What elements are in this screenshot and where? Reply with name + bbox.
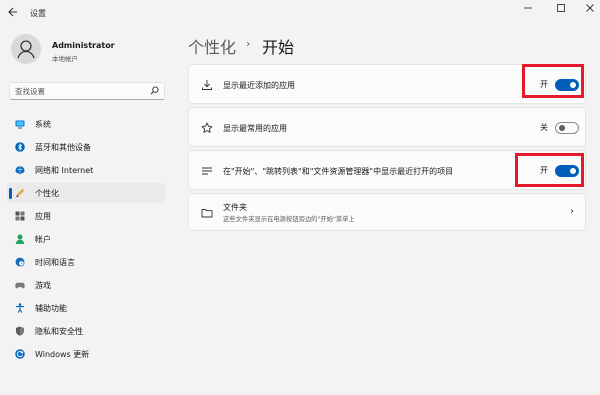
page-title: 开始 [262,38,295,57]
search-box[interactable] [9,82,165,100]
breadcrumb-separator: › [246,37,251,50]
sidebar-item-label: 网络和 Internet [35,166,94,175]
sidebar-item-label: 蓝牙和其他设备 [35,143,91,152]
maximize-button[interactable] [549,3,573,17]
profile-account-type: 本地帐户 [52,55,78,63]
sidebar-item-label: 时间和语言 [35,258,75,267]
app-title: 设置 [30,9,46,18]
globe-clock-icon [15,257,25,267]
avatar[interactable] [11,34,41,64]
setting-label: 显示最常用的应用 [223,124,287,133]
sidebar-item-label: 应用 [35,212,51,221]
highlight-box [515,153,584,187]
list-icon [201,165,213,177]
setting-label: 在"开始"、"跳转列表"和"文件资源管理器"中显示最近打开的项目 [223,167,454,176]
sidebar-item-label: 隐私和安全性 [35,327,83,336]
accessibility-icon [15,303,25,313]
bluetooth-icon [15,142,25,152]
search-input[interactable] [15,85,145,97]
close-button[interactable] [578,3,600,17]
sidebar-item-windows-update[interactable]: Windows 更新 [7,344,165,364]
pen-icon [15,188,25,198]
sidebar-item-privacy[interactable]: 隐私和安全性 [7,321,165,341]
profile-name: Administrator [52,41,115,50]
setting-label: 文件夹 [223,203,247,212]
shield-icon [15,326,25,336]
folder-icon [201,207,213,219]
sidebar-item-network[interactable]: 网络和 Internet [7,160,165,180]
setting-folders[interactable]: 文件夹 这些文件夹显示在电源按钮旁边的"开始"菜单上 › [188,193,586,231]
sidebar-item-label: 个性化 [35,189,59,198]
sidebar-item-label: 系统 [35,120,51,129]
person-icon [15,234,25,244]
wifi-icon [15,165,25,175]
minimize-icon [524,7,532,9]
update-icon [15,349,25,359]
search-icon[interactable] [149,86,159,96]
back-button[interactable] [6,6,20,20]
sidebar-item-label: 游戏 [35,281,51,290]
toggle-knob [558,125,565,131]
download-icon [201,79,213,91]
star-icon [201,122,213,134]
active-indicator [9,188,12,199]
setting-description: 这些文件夹显示在电源按钮旁边的"开始"菜单上 [223,216,355,223]
sidebar-item-label: Windows 更新 [35,350,90,359]
chevron-right-icon: › [570,206,574,217]
toggle-state-label: 关 [540,123,548,132]
sidebar-item-accounts[interactable]: 帐户 [7,229,165,249]
user-avatar-icon [17,40,35,59]
maximize-icon [557,4,565,12]
gamepad-icon [15,280,25,290]
sidebar-item-gaming[interactable]: 游戏 [7,275,165,295]
sidebar-item-bluetooth[interactable]: 蓝牙和其他设备 [7,137,165,157]
apps-icon [15,211,25,221]
sidebar-item-system[interactable]: 系统 [7,114,165,134]
highlight-box [522,64,584,98]
minimize-button[interactable] [516,3,540,17]
monitor-icon [15,119,25,129]
sidebar-item-personalization[interactable]: 个性化 [7,183,165,203]
sidebar-item-label: 辅助功能 [35,304,67,313]
sidebar-item-time-language[interactable]: 时间和语言 [7,252,165,272]
sidebar-item-accessibility[interactable]: 辅助功能 [7,298,165,318]
sidebar-item-apps[interactable]: 应用 [7,206,165,226]
setting-show-most-used: 显示最常用的应用 关 [188,107,586,147]
setting-label: 显示最近添加的应用 [223,81,295,90]
close-icon [586,4,594,12]
toggle-switch[interactable] [555,122,579,134]
title-bar: 设置 [0,0,600,26]
sidebar-item-label: 帐户 [35,235,51,244]
arrow-left-icon [8,7,17,17]
breadcrumb-parent[interactable]: 个性化 [188,34,236,58]
